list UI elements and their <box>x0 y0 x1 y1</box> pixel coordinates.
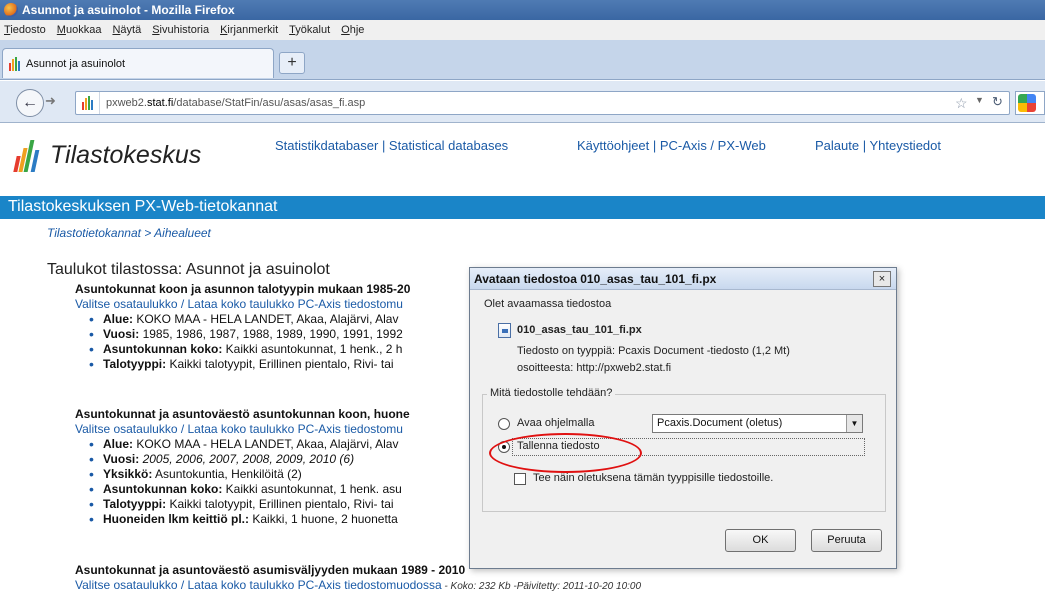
menu-item-bookmarks[interactable]: Kirjanmerkit <box>220 24 278 36</box>
new-tab-button[interactable]: + <box>279 52 305 74</box>
window-titlebar: Asunnot ja asuinolot - Mozilla Firefox <box>0 0 1045 20</box>
variable-item: Alue: KOKO MAA - HELA LANDET, Akaa, Alaj… <box>89 437 495 452</box>
url-bar[interactable]: pxweb2. stat.fi/database/StatFin/asu/asas… <box>75 91 1010 115</box>
table-meta: - Koko: 232 Kb -Päivitetty: 2011-10-20 1… <box>441 581 642 592</box>
variable-item: Asuntokunnan koko: Kaikki asuntokunnat, … <box>89 482 495 497</box>
nav-databases-link[interactable]: Statistikdatabaser | Statistical databas… <box>275 138 508 153</box>
variable-item: Huoneiden lkm keittiö pl.: Kaikki, 1 huo… <box>89 512 495 527</box>
section-banner: Tilastokeskuksen PX-Web-tietokannat <box>0 196 1045 219</box>
menu-item-edit[interactable]: Muokkaa <box>57 24 102 36</box>
menu-bar: Tiedosto Muokkaa Näytä Sivuhistoria Kirj… <box>0 20 1045 40</box>
dialog-title: Avataan tiedostoa 010_asas_tau_101_fi.px <box>470 268 896 290</box>
menu-item-tools[interactable]: Työkalut <box>289 24 330 36</box>
variable-item: Vuosi: 1985, 1986, 1987, 1988, 1989, 199… <box>89 327 495 342</box>
url-path: /database/StatFin/asu/asas/asas_fi.asp <box>173 97 366 109</box>
variable-list: Alue: KOKO MAA - HELA LANDET, Akaa, Alaj… <box>75 437 495 527</box>
chevron-down-icon[interactable]: ▼ <box>846 415 862 432</box>
navigation-toolbar: ← ➜ pxweb2. stat.fi/database/StatFin/asu/… <box>0 81 1045 123</box>
open-with-label[interactable]: Avaa ohjelmalla <box>517 417 594 429</box>
open-with-radio[interactable] <box>498 418 510 430</box>
site-logo[interactable]: Tilastokeskus <box>13 138 201 172</box>
open-with-select[interactable]: Pcaxis.Document (oletus) ▼ <box>652 414 863 433</box>
highlight-ellipse <box>489 433 642 473</box>
search-engine-icon[interactable] <box>1015 91 1045 115</box>
variable-item: Asuntokunnan koko: Kaikki asuntokunnat, … <box>89 342 495 357</box>
tilastokeskus-logo-icon <box>13 138 43 172</box>
nav-instructions-link[interactable]: Käyttöohjeet | PC-Axis / PX-Web <box>577 138 766 153</box>
table-entry: Asuntokunnat ja asuntoväestö asuntokunna… <box>75 407 495 527</box>
logo-text: Tilastokeskus <box>50 140 202 169</box>
firefox-logo-icon <box>4 3 18 17</box>
forward-arrow-icon[interactable]: ➜ <box>45 93 56 109</box>
dialog-filename: 010_asas_tau_101_fi.px <box>517 324 642 336</box>
tab-label: Asunnot ja asuinolot <box>26 57 126 70</box>
action-group-legend: Mitä tiedostolle tehdään? <box>487 387 616 399</box>
table-download-links[interactable]: Valitse osataulukko / Lataa koko taulukk… <box>75 422 495 437</box>
variable-item: Talotyyppi: Kaikki talotyypit, Erillinen… <box>89 357 495 372</box>
dialog-intro: Olet avaamassa tiedostoa <box>484 298 612 310</box>
page-title: Taulukot tilastossa: Asunnot ja asuinolo… <box>47 261 330 278</box>
menu-item-help[interactable]: Ohje <box>341 24 364 36</box>
table-download-links[interactable]: Valitse osataulukko / Lataa koko taulukk… <box>75 297 495 312</box>
remember-choice-checkbox[interactable] <box>514 473 526 485</box>
menu-item-file[interactable]: Tiedosto <box>4 24 46 36</box>
file-open-dialog: Avataan tiedostoa 010_asas_tau_101_fi.px… <box>469 267 897 569</box>
download-link[interactable]: Valitse osataulukko / Lataa koko taulukk… <box>75 578 442 592</box>
breadcrumb[interactable]: Tilastotietokannat > Aihealueet <box>47 226 211 240</box>
menu-item-view[interactable]: Näytä <box>112 24 141 36</box>
table-entry: Asuntokunnat koon ja asunnon talotyypin … <box>75 282 495 372</box>
site-identity-icon[interactable] <box>76 92 100 114</box>
site-favicon-icon <box>9 56 21 71</box>
menu-item-history[interactable]: Sivuhistoria <box>152 24 209 36</box>
tab-strip: Asunnot ja asuinolot + <box>0 40 1045 80</box>
site-favicon-icon <box>82 96 94 110</box>
table-download-links: Valitse osataulukko / Lataa koko taulukk… <box>75 578 795 593</box>
variable-item: Yksikkö: Asuntokuntia, Henkilöitä (2) <box>89 467 495 482</box>
reload-icon[interactable]: ↻ <box>992 94 1003 110</box>
variable-item: Vuosi: 2005, 2006, 2007, 2008, 2009, 201… <box>89 452 495 467</box>
url-domain: stat.fi <box>146 97 174 109</box>
back-arrow-icon[interactable]: ← <box>16 89 44 117</box>
variable-item: Talotyyppi: Kaikki talotyypit, Erillinen… <box>89 497 495 512</box>
table-heading: Asuntokunnat ja asuntoväestö asuntokunna… <box>75 407 410 421</box>
variable-list: Alue: KOKO MAA - HELA LANDET, Akaa, Alaj… <box>75 312 495 372</box>
ok-button[interactable]: OK <box>725 529 796 552</box>
open-with-value: Pcaxis.Document (oletus) <box>657 417 783 429</box>
dialog-file-type: Tiedosto on tyyppiä: Pcaxis Document -ti… <box>517 345 790 357</box>
tab-asunnot[interactable]: Asunnot ja asuinolot <box>2 48 274 78</box>
file-icon <box>498 323 511 338</box>
nav-feedback-link[interactable]: Palaute | Yhteystiedot <box>815 138 941 153</box>
variable-item: Alue: KOKO MAA - HELA LANDET, Akaa, Alaj… <box>89 312 495 327</box>
close-icon[interactable]: × <box>873 271 891 287</box>
url-prefix: pxweb2. <box>106 97 147 109</box>
dialog-file-source: osoitteesta: http://pxweb2.stat.fi <box>517 362 672 374</box>
window-title: Asunnot ja asuinolot - Mozilla Firefox <box>22 3 235 17</box>
remember-choice-label[interactable]: Tee näin oletuksena tämän tyyppisille ti… <box>533 472 773 484</box>
cancel-button[interactable]: Peruuta <box>811 529 882 552</box>
url-dropdown-icon[interactable]: ▼ <box>975 95 984 105</box>
table-heading: Asuntokunnat koon ja asunnon talotyypin … <box>75 282 411 296</box>
bookmark-star-icon[interactable]: ☆ <box>955 95 968 112</box>
